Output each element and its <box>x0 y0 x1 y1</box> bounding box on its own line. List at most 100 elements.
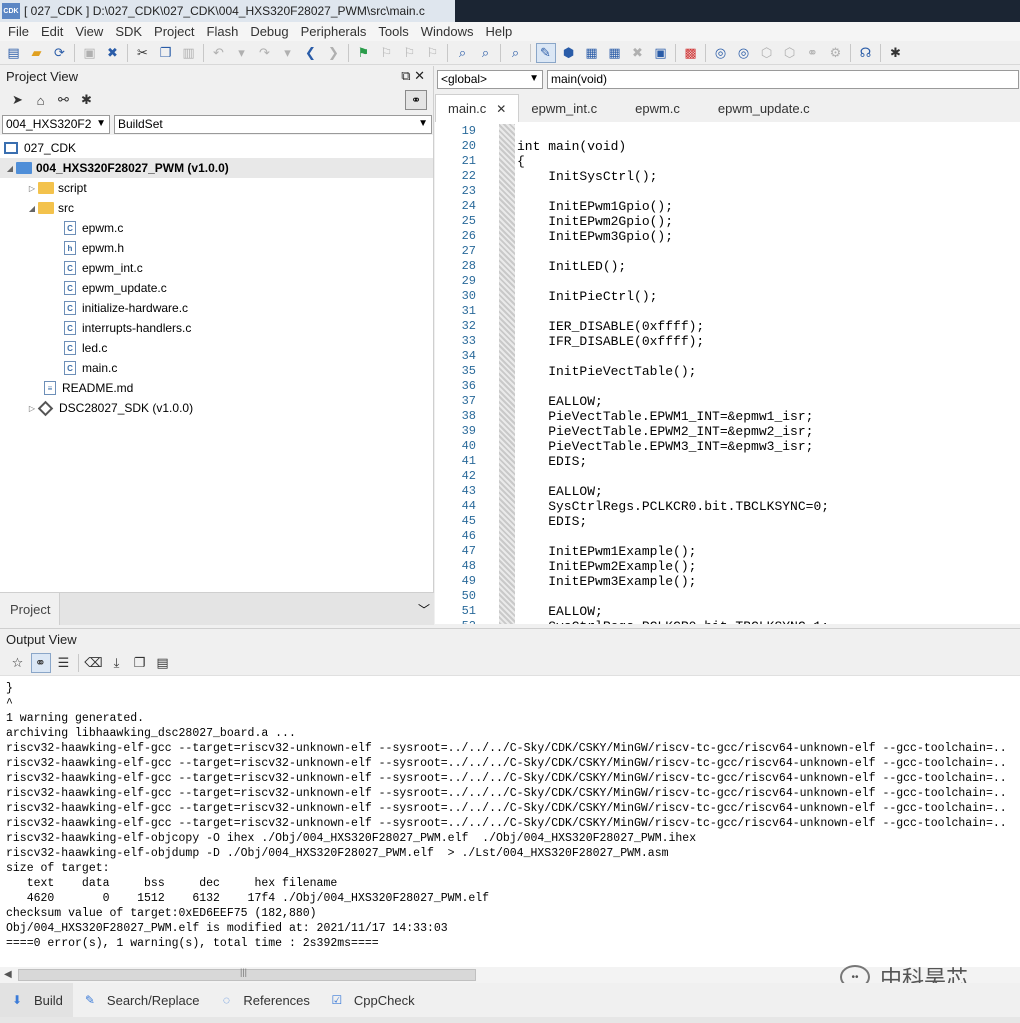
component-icon[interactable]: ⬡ <box>780 43 800 63</box>
star-icon[interactable]: ☆ <box>8 653 28 673</box>
tab-main-c[interactable]: main.c ✕ <box>435 94 520 122</box>
code-line[interactable] <box>517 349 829 364</box>
code-area[interactable]: 19 20 21 22 23 24 25 26 27 28 29 30 31 32 33 34 35 36 37 38… <box>435 124 1020 624</box>
save-output-icon[interactable]: ⤓ <box>107 653 127 673</box>
redo-dropdown-icon[interactable]: ▾ <box>278 43 298 63</box>
link-icon[interactable]: ⚭ <box>30 652 51 673</box>
tree-item-file[interactable]: C led.c <box>0 338 433 358</box>
code-line[interactable] <box>517 184 829 199</box>
menu-debug[interactable]: Debug <box>244 24 294 39</box>
expanded-arrow-icon[interactable]: ◢ <box>26 204 38 213</box>
sdk-icon[interactable]: ⬡ <box>757 43 777 63</box>
find-in-files-icon[interactable]: ⌕ <box>476 43 496 63</box>
search-icon[interactable]: ⌕ <box>506 43 526 63</box>
code-line[interactable]: InitEPwm3Example(); <box>517 574 829 589</box>
tab-epwm-c[interactable]: epwm.c <box>609 94 692 122</box>
tree-item-src[interactable]: ◢ src <box>0 198 433 218</box>
tree-item-file[interactable]: C epwm.c <box>0 218 433 238</box>
code-text[interactable]: int main(void){ InitSysCtrl(); InitEPwm1… <box>517 124 829 624</box>
refresh-icon[interactable]: ⟳ <box>50 43 70 63</box>
code-line[interactable] <box>517 379 829 394</box>
tree-item-file[interactable]: C main.c <box>0 358 433 378</box>
code-line[interactable]: IFR_DISABLE(0xffff); <box>517 334 829 349</box>
debug-start-icon[interactable]: ◎ <box>711 43 731 63</box>
tree-item-file[interactable]: C initialize-hardware.c <box>0 298 433 318</box>
wrap-icon[interactable]: ☰ <box>54 653 74 673</box>
rebuild-icon[interactable]: ▦ <box>582 43 602 63</box>
bug-icon[interactable]: ✱ <box>77 90 97 110</box>
navigate-forward-icon[interactable]: ❯ <box>324 43 344 63</box>
collapsed-arrow-icon[interactable]: ▷ <box>26 404 38 413</box>
tree-item-script[interactable]: ▷ script <box>0 178 433 198</box>
code-line[interactable] <box>517 304 829 319</box>
code-line[interactable]: EDIS; <box>517 514 829 529</box>
link-with-editor-icon[interactable]: ⚭ <box>405 90 427 110</box>
collapsed-arrow-icon[interactable]: ▷ <box>26 184 38 193</box>
code-line[interactable]: InitLED(); <box>517 259 829 274</box>
paste-icon[interactable]: ▥ <box>179 43 199 63</box>
code-line[interactable]: PieVectTable.EPWM3_INT=&epmw3_isr; <box>517 439 829 454</box>
find-icon[interactable]: ⌕ <box>453 43 473 63</box>
menu-help[interactable]: Help <box>480 24 519 39</box>
build-output-text[interactable]: } ^ 1 warning generated. archiving libhaawk… <box>6 681 1020 966</box>
batch-build-icon[interactable]: ▦ <box>605 43 625 63</box>
tree-item-readme[interactable]: ≡ README.md <box>0 378 433 398</box>
code-line[interactable]: EALLOW; <box>517 604 829 619</box>
prev-bookmark-icon[interactable]: ⚐ <box>377 43 397 63</box>
function-select[interactable]: main(void) <box>547 69 1019 89</box>
bug-icon[interactable]: ✱ <box>886 43 906 63</box>
code-line[interactable] <box>517 274 829 289</box>
code-line[interactable]: { <box>517 154 829 169</box>
menu-flash[interactable]: Flash <box>201 24 245 39</box>
code-line[interactable]: IER_DISABLE(0xffff); <box>517 319 829 334</box>
close-icon[interactable]: ✖ <box>103 43 123 63</box>
scroll-left-icon[interactable]: ◀ <box>4 969 12 980</box>
home-icon[interactable]: ⌂ <box>31 90 51 110</box>
code-line[interactable]: EALLOW; <box>517 394 829 409</box>
link-icon[interactable]: ⚭ <box>803 43 823 63</box>
code-line[interactable]: InitEPwm1Gpio(); <box>517 199 829 214</box>
navigate-back-icon[interactable]: ❮ <box>301 43 321 63</box>
debug-attach-icon[interactable]: ◎ <box>734 43 754 63</box>
code-line[interactable]: InitPieVectTable(); <box>517 364 829 379</box>
tab-references[interactable]: ◌ References <box>209 983 319 1017</box>
code-line[interactable]: SysCtrlRegs.PCLKCR0.bit.TBCLKSYNC=1; <box>517 619 829 624</box>
save-icon[interactable]: ▣ <box>80 43 100 63</box>
chevron-down-icon[interactable]: ﹀ <box>418 601 430 618</box>
flash-download-icon[interactable]: ▩ <box>681 43 701 63</box>
locate-icon[interactable]: ➤ <box>8 90 28 110</box>
menu-view[interactable]: View <box>69 24 109 39</box>
fold-margin[interactable] <box>499 124 515 624</box>
copy-icon[interactable]: ❐ <box>156 43 176 63</box>
tab-build[interactable]: ⬇ Build <box>0 983 73 1017</box>
code-line[interactable] <box>517 124 829 139</box>
code-line[interactable]: PieVectTable.EPWM1_INT=&epmw1_isr; <box>517 409 829 424</box>
tab-project[interactable]: Project <box>0 593 60 625</box>
new-file-icon[interactable]: ▤ <box>4 43 24 63</box>
code-line[interactable] <box>517 469 829 484</box>
redo-icon[interactable]: ↷ <box>255 43 275 63</box>
panel-float-close-icon[interactable]: ⧉ ✕ <box>401 68 425 84</box>
project-select[interactable]: 004_HXS320F2 ▼ <box>2 114 110 134</box>
bookmark-icon[interactable]: ⚑ <box>354 43 374 63</box>
next-bookmark-icon[interactable]: ⚐ <box>400 43 420 63</box>
menu-edit[interactable]: Edit <box>35 24 69 39</box>
undo-icon[interactable]: ↶ <box>209 43 229 63</box>
code-line[interactable]: InitPieCtrl(); <box>517 289 829 304</box>
clean-icon[interactable]: ▣ <box>651 43 671 63</box>
tree-item-file[interactable]: C interrupts-handlers.c <box>0 318 433 338</box>
menu-peripherals[interactable]: Peripherals <box>295 24 373 39</box>
tree-item-file[interactable]: C epwm_update.c <box>0 278 433 298</box>
code-line[interactable]: InitEPwm3Gpio(); <box>517 229 829 244</box>
code-line[interactable]: EDIS; <box>517 454 829 469</box>
select-all-icon[interactable]: ▤ <box>153 653 173 673</box>
copy-output-icon[interactable]: ❐ <box>130 653 150 673</box>
tree-item-file[interactable]: h epwm.h <box>0 238 433 258</box>
code-line[interactable]: EALLOW; <box>517 484 829 499</box>
expanded-arrow-icon[interactable]: ◢ <box>4 164 16 173</box>
open-folder-icon[interactable]: ▰ <box>27 43 47 63</box>
menu-tools[interactable]: Tools <box>372 24 414 39</box>
tab-epwm-int-c[interactable]: epwm_int.c <box>519 94 609 122</box>
code-line[interactable]: SysCtrlRegs.PCLKCR0.bit.TBCLKSYNC=0; <box>517 499 829 514</box>
code-line[interactable] <box>517 244 829 259</box>
